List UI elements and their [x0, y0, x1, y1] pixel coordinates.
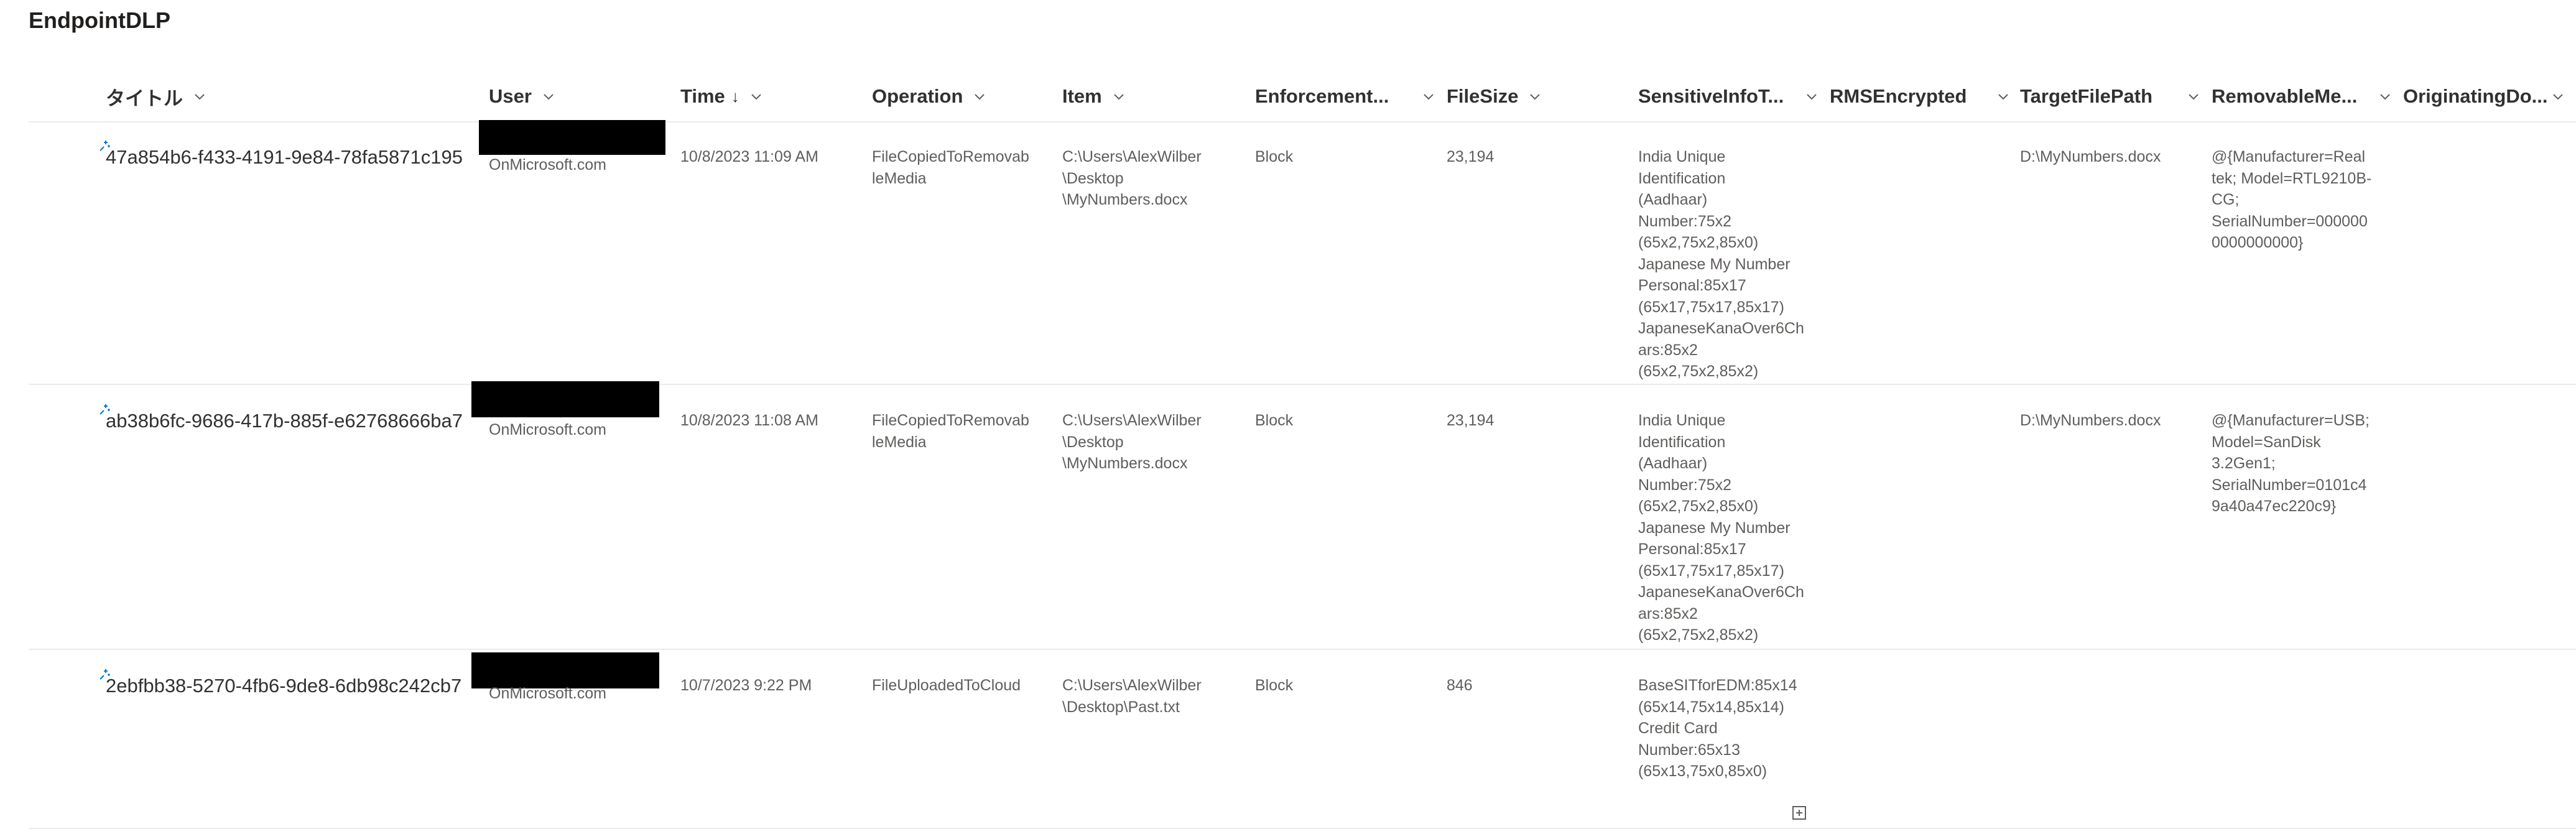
- chevron-down-icon: [1114, 94, 1124, 100]
- cell-filesize: 23,194: [1447, 412, 1494, 429]
- chevron-down-icon: [1530, 94, 1541, 100]
- cell-removable-media: @{Manufacturer=Real tek; Model=RTL9210B-…: [2212, 148, 2372, 251]
- table-row[interactable]: 2ebfbb38-5270-4fb6-9de8-6db98c242cb7 OnM…: [29, 650, 2576, 829]
- redacted-user-name: [471, 381, 659, 417]
- item-title-link[interactable]: 2ebfbb38-5270-4fb6-9de8-6db98c242cb7: [106, 675, 461, 697]
- cell-item: C:\Users\AlexWilber \Desktop\Past.txt: [1062, 677, 1202, 716]
- add-column-icon[interactable]: [1791, 805, 1807, 821]
- cell-time: 10/8/2023 11:08 AM: [680, 412, 818, 429]
- chevron-down-icon: [1998, 94, 2008, 100]
- cell-enforcement: Block: [1255, 412, 1294, 429]
- chevron-down-icon: [544, 94, 554, 100]
- chevron-down-icon: [975, 94, 985, 100]
- cell-time: 10/7/2023 9:22 PM: [680, 677, 812, 694]
- column-label: Operation: [872, 85, 963, 107]
- column-header-item[interactable]: Item: [1062, 72, 1126, 121]
- column-header-originating-domain[interactable]: OriginatingDo...: [2403, 72, 2576, 121]
- chevron-down-icon: [2189, 94, 2198, 100]
- cell-removable-media: @{Manufacturer=USB; Model=SanDisk 3.2Gen…: [2212, 412, 2370, 515]
- cell-item: C:\Users\AlexWilber \Desktop \MyNumbers.…: [1062, 148, 1202, 208]
- column-header-sensitive-info[interactable]: SensitiveInfoT...: [1638, 72, 1830, 121]
- column-header-rms-encrypted[interactable]: RMSEncrypted: [1830, 72, 2021, 121]
- cell-target-file-path: D:\MyNumbers.docx: [2020, 412, 2161, 429]
- column-label: SensitiveInfoT...: [1638, 85, 1784, 107]
- chevron-down-icon: [2553, 94, 2563, 100]
- column-header-target-file-path[interactable]: TargetFilePath: [2020, 72, 2212, 121]
- chevron-down-icon: [1807, 94, 1817, 100]
- cell-operation: FileCopiedToRemovab leMedia: [872, 148, 1029, 187]
- cell-sensitive-info: BaseSITforEDM:85x14 (65x14,75x14,85x14) …: [1638, 677, 1797, 780]
- column-label: Time: [680, 85, 725, 107]
- column-label: OriginatingDo...: [2403, 85, 2548, 107]
- column-label: User: [489, 85, 532, 107]
- chevron-down-icon: [751, 94, 761, 100]
- redacted-user-name: [479, 120, 665, 155]
- table-row[interactable]: ab38b6fc-9686-417b-885f-e62768666ba7 OnM…: [29, 381, 2576, 650]
- column-label: タイトル: [106, 87, 183, 109]
- cell-filesize: 23,194: [1447, 148, 1494, 165]
- cell-filesize: 846: [1447, 677, 1473, 694]
- column-header-removable-media[interactable]: RemovableMe...: [2212, 72, 2403, 121]
- cell-sensitive-info: India Unique Identification (Aadhaar) Nu…: [1638, 412, 1804, 644]
- cell-target-file-path: D:\MyNumbers.docx: [2020, 148, 2161, 165]
- column-header-user[interactable]: User: [489, 72, 555, 121]
- sort-descending-icon: ↓: [731, 86, 739, 106]
- cell-sensitive-info: India Unique Identification (Aadhaar) Nu…: [1638, 148, 1804, 380]
- list-view: EndpointDLP タイトル User Time ↓ Operation I…: [0, 0, 2576, 834]
- item-title-link[interactable]: 47a854b6-f433-4191-9e84-78fa5871c195: [106, 146, 463, 169]
- column-label: RMSEncrypted: [1830, 85, 1967, 107]
- column-header-row: タイトル User Time ↓ Operation Item Enforcem…: [29, 72, 2576, 123]
- cell-enforcement: Block: [1255, 677, 1294, 694]
- cell-time: 10/8/2023 11:09 AM: [680, 148, 818, 165]
- cell-item: C:\Users\AlexWilber \Desktop \MyNumbers.…: [1062, 412, 1202, 472]
- chevron-down-icon: [195, 94, 205, 100]
- chevron-down-icon: [2380, 94, 2390, 100]
- chevron-down-icon: [1424, 94, 1434, 100]
- item-title-link[interactable]: ab38b6fc-9686-417b-885f-e62768666ba7: [106, 410, 463, 432]
- column-header-filesize[interactable]: FileSize: [1447, 72, 1542, 121]
- cell-operation: FileCopiedToRemovab leMedia: [872, 412, 1029, 451]
- column-header-title[interactable]: タイトル: [106, 72, 206, 121]
- list-title: EndpointDLP: [29, 7, 170, 33]
- user-email-domain: OnMicrosoft.com: [489, 421, 606, 438]
- column-label: Item: [1062, 85, 1102, 107]
- table-row[interactable]: 47a854b6-f433-4191-9e84-78fa5871c195 OnM…: [29, 120, 2576, 385]
- column-header-operation[interactable]: Operation: [872, 72, 986, 121]
- column-label: FileSize: [1447, 85, 1519, 107]
- column-header-time[interactable]: Time ↓: [680, 72, 763, 121]
- column-header-enforcement[interactable]: Enforcement...: [1255, 72, 1447, 121]
- cell-operation: FileUploadedToCloud: [872, 677, 1021, 694]
- user-email-domain: OnMicrosoft.com: [489, 685, 606, 702]
- column-label: TargetFilePath: [2020, 85, 2153, 107]
- redacted-user-name: [471, 652, 659, 688]
- column-label: Enforcement...: [1255, 85, 1389, 107]
- user-email-domain: OnMicrosoft.com: [489, 156, 606, 174]
- cell-enforcement: Block: [1255, 148, 1294, 165]
- column-label: RemovableMe...: [2212, 85, 2358, 107]
